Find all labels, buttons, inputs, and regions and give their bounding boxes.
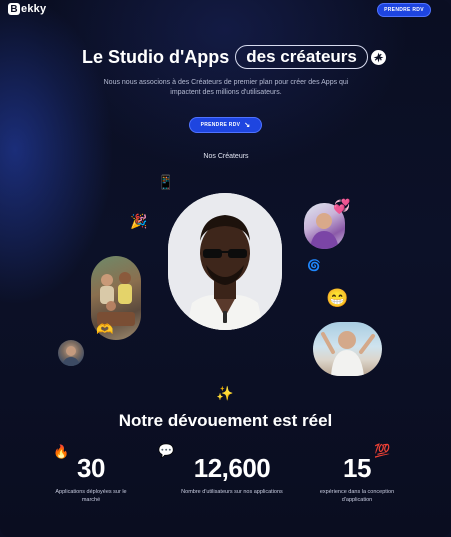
sparkle-icon [370,49,386,65]
creator-photo-bottom-right [313,322,382,376]
hero-title-text: Le Studio d'Apps [82,46,230,67]
logo-mark: B [8,3,20,15]
sparkles-emoji-icon: ✨ [216,385,234,401]
creators-heading: Nos Créateurs [203,153,249,160]
hero-book-appointment-button[interactable]: PRENDRE RDV ↘ [189,117,262,133]
stat-value: 30 [77,453,105,483]
page: B ekky PRENDRE RDV Le Studio d'Apps des … [0,0,451,537]
party-popper-emoji-icon: 🎉 [130,213,148,229]
stats-heading: Notre dévouement est réel [118,411,333,430]
stat-apps-deployed: 30 Applications déployées sur le marché [48,454,134,504]
hero-cta-label: PRENDRE RDV [200,122,241,128]
creator-portrait-main [168,193,282,330]
logo-text: ekky [21,3,47,15]
stat-label: Applications déployées sur le marché [55,489,127,503]
hero-title: Le Studio d'Apps des créateurs [82,44,386,70]
stat-value: 12,600 [193,453,271,483]
brand-logo[interactable]: B ekky [8,3,46,15]
stat-users: 12,600 Nombre d'utilisateurs sur nos app… [168,454,296,496]
cyclone-emoji-icon: 🌀 [307,260,321,272]
stat-label: Nombre d'utilisateurs sur nos applicatio… [181,489,283,495]
heart-emoji-icon: 💞 [333,198,351,214]
stat-label: expérience dans la conception d'applicat… [319,489,395,503]
hero-title-highlight: des créateurs [235,45,368,69]
heart-hands-emoji-icon: 🫶 [96,321,114,337]
stat-experience: 15 expérience dans la conception d'appli… [315,454,399,504]
stat-value: 15 [343,453,371,483]
creator-photo-small [58,340,84,366]
grinning-face-emoji-icon: 😁 [326,288,349,308]
nav-book-appointment-button[interactable]: PRENDRE RDV [377,3,431,17]
mobile-phone-emoji-icon: 📱 [157,174,175,190]
arrow-down-right-icon: ↘ [244,122,251,129]
hero-subtitle: Nous nous associons à des Créateurs de p… [103,79,349,96]
